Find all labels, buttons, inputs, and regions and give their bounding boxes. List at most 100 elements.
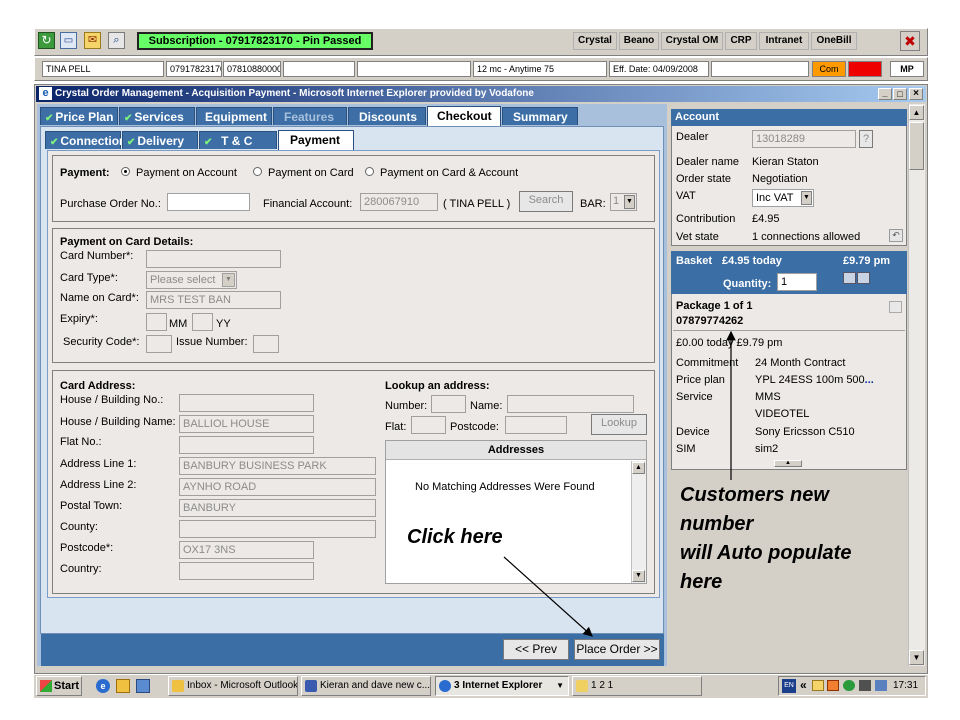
prev-button[interactable]: << Prev: [503, 639, 569, 660]
package-remove-icon[interactable]: [889, 301, 902, 313]
payment-card-account-label: Payment on Card & Account: [380, 167, 519, 179]
start-button[interactable]: Start: [36, 676, 82, 696]
main-scroll-down-icon[interactable]: ▼: [909, 650, 924, 665]
red-indicator: [848, 61, 882, 77]
tab-checkout[interactable]: Checkout: [427, 106, 501, 126]
language-indicator[interactable]: EN: [782, 679, 796, 693]
card-number-input: [146, 250, 281, 268]
chevron-down-icon: ▼: [556, 681, 564, 690]
dealer-label: Dealer: [676, 131, 709, 143]
subtab-connection[interactable]: ✔ Connection: [45, 131, 126, 149]
quicklaunch-ie-icon[interactable]: e: [96, 679, 110, 693]
taskbar-item-outlook[interactable]: Inbox - Microsoft Outlook: [168, 676, 298, 696]
card-type-label: Card Type*:: [60, 272, 118, 284]
close-app-icon[interactable]: ✖: [900, 31, 920, 51]
close-window-button[interactable]: ×: [909, 88, 923, 100]
scroll-down-icon[interactable]: ▼: [632, 570, 645, 582]
minimize-button[interactable]: _: [878, 88, 892, 100]
service-value-1: MMS: [755, 391, 781, 403]
toolbar-crp-button[interactable]: CRP: [725, 32, 757, 50]
refresh-icon[interactable]: ↻: [38, 32, 55, 49]
tab-summary[interactable]: Summary: [502, 107, 578, 125]
toolbar-crystal-om-button[interactable]: Crystal OM: [661, 32, 723, 50]
tray-display-icon[interactable]: [875, 680, 887, 691]
toolbar-onebill-button[interactable]: OneBill: [811, 32, 857, 50]
commitment-value: 24 Month Contract: [755, 357, 846, 369]
subtab-payment[interactable]: Payment: [278, 130, 354, 150]
payment-on-account-label: Payment on Account: [136, 167, 237, 179]
mail-icon[interactable]: ✉: [84, 32, 101, 49]
subtab-tandc[interactable]: ✔ T & C: [199, 131, 277, 149]
radio-payment-on-card-and-account[interactable]: [365, 167, 374, 176]
lookup-flat-label: Flat:: [385, 421, 407, 433]
main-scroll-up-icon[interactable]: ▲: [909, 105, 924, 120]
scroll-up-icon[interactable]: ▲: [632, 462, 645, 474]
house-number-label: House / Building No.:: [60, 394, 164, 406]
addresses-list[interactable]: [385, 440, 647, 584]
tab-discounts[interactable]: Discounts: [348, 107, 426, 125]
postcode-label: Postcode*:: [60, 542, 114, 554]
com-indicator: Com: [812, 61, 846, 77]
dealer-name-value: Kieran Staton: [752, 156, 819, 168]
basket-monthly: £9.79 pm: [843, 255, 891, 267]
radio-payment-on-card[interactable]: [253, 167, 262, 176]
subtab-delivery[interactable]: ✔ Delivery: [122, 131, 198, 149]
dealer-input: 13018289: [752, 130, 856, 148]
purchase-order-label: Purchase Order No.:: [60, 198, 161, 210]
undo-icon[interactable]: ↶: [889, 229, 903, 242]
expand-handle-icon[interactable]: ▲: [774, 460, 802, 467]
tray-network-icon[interactable]: [843, 680, 855, 691]
lookup-flat-input: [411, 416, 446, 434]
basket-delete-icon[interactable]: [857, 272, 870, 284]
security-code-label: Security Code*:: [63, 336, 140, 348]
vet-state-label: Vet state: [676, 231, 719, 243]
tab-price-plan[interactable]: ✔ Price Plan: [40, 107, 118, 125]
vat-select[interactable]: Inc VAT ▼: [752, 189, 814, 207]
quicklaunch-desktop-icon[interactable]: [136, 679, 150, 693]
check-icon: ✔: [127, 137, 136, 148]
taskbar-item-folder[interactable]: 1 2 1: [572, 676, 702, 696]
toolbar-beano-button[interactable]: Beano: [619, 32, 659, 50]
house-name-label: House / Building Name:: [60, 416, 176, 428]
addresses-header: Addresses: [386, 441, 646, 460]
package-number: 07879774262: [676, 315, 744, 327]
window-icon[interactable]: ▭: [60, 32, 77, 49]
purchase-order-input[interactable]: [167, 193, 250, 211]
lookup-postcode-label: Postcode:: [450, 421, 499, 433]
radio-payment-on-account[interactable]: [121, 167, 130, 176]
name-on-card-input: MRS TEST BAN: [146, 291, 281, 309]
commitment-label: Commitment: [676, 357, 739, 369]
tray-chevron-icon[interactable]: «: [800, 678, 807, 692]
addresses-scrollbar[interactable]: [631, 461, 646, 583]
tray-app-icon[interactable]: [827, 680, 839, 691]
maximize-button[interactable]: □: [893, 88, 907, 100]
financial-account-name: ( TINA PELL ): [443, 198, 511, 210]
quicklaunch-outlook-icon[interactable]: [116, 679, 130, 693]
basket-edit-icon[interactable]: [843, 272, 856, 284]
outlook-icon: [172, 680, 184, 692]
toolbar-intranet-button[interactable]: Intranet: [759, 32, 809, 50]
account-header: Account: [671, 109, 907, 126]
card-type-select: Please select ▼: [146, 271, 237, 289]
main-scroll-thumb[interactable]: [909, 122, 924, 170]
service-label: Service: [676, 391, 713, 403]
address-line1-label: Address Line 1:: [60, 458, 137, 470]
window-title: Crystal Order Management - Acquisition P…: [55, 88, 534, 99]
tray-security-icon[interactable]: [859, 680, 871, 691]
place-order-button[interactable]: Place Order >>: [574, 639, 660, 660]
main-scrollbar[interactable]: [908, 104, 925, 666]
contribution-label: Contribution: [676, 213, 736, 225]
search-tool-icon[interactable]: ⌕: [108, 32, 125, 49]
issue-number-input: [253, 335, 279, 353]
tab-services[interactable]: ✔ Services: [119, 107, 195, 125]
tray-mail-icon[interactable]: [812, 680, 824, 691]
toolbar-crystal-button[interactable]: Crystal: [573, 32, 617, 50]
vet-state-value: 1 connections allowed: [752, 231, 861, 243]
number2-field: 07810880000: [223, 61, 281, 77]
quantity-input[interactable]: 1: [777, 273, 817, 291]
taskbar-item-ie[interactable]: 3 Internet Explorer ▼: [435, 676, 569, 696]
tab-equipment[interactable]: Equipment: [196, 107, 272, 125]
order-state-value: Negotiation: [752, 173, 808, 185]
taskbar-item-word[interactable]: Kieran and dave new c...: [301, 676, 431, 696]
more-link[interactable]: ...: [865, 374, 874, 386]
